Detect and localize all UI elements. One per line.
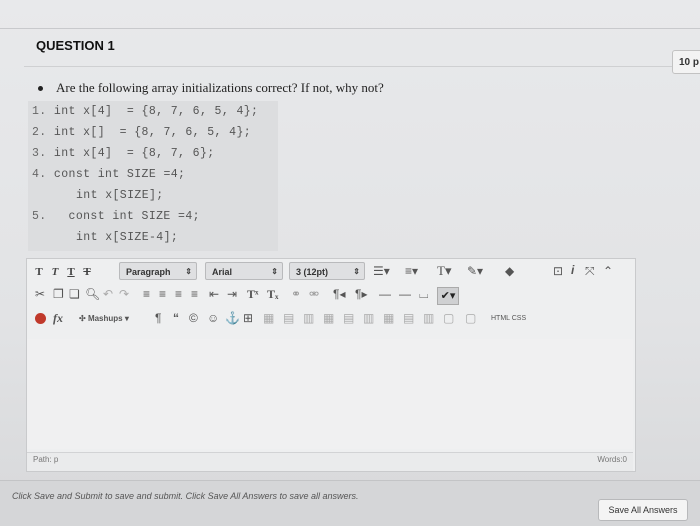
spellcheck-toggle[interactable]: ✔▾ xyxy=(437,287,459,305)
bullet-list-icon[interactable]: ☰▾ xyxy=(373,264,390,278)
select-arrow-icon: ⇕ xyxy=(185,267,192,276)
cell-icon[interactable]: ▥ xyxy=(303,311,314,325)
text-color-icon[interactable]: T▾ xyxy=(437,263,451,279)
superscript-icon[interactable]: Tˣ xyxy=(247,287,258,302)
merge-cell-icon[interactable]: ▥ xyxy=(423,311,434,325)
subscript-icon[interactable]: Tₓ xyxy=(267,287,278,302)
question-title: QUESTION 1 xyxy=(36,38,115,53)
indent-icon[interactable]: ⇥ xyxy=(227,287,237,301)
format-t-button[interactable]: T xyxy=(33,263,45,281)
toolbar-row-3: fx ✣ Mashups ▾ ¶ “ © ☺ ⚓ ⊞ ▦ ▤ ▥ ▦ ▤ ▥ ▦… xyxy=(33,311,629,329)
fullscreen-icon[interactable]: ⤧ xyxy=(585,264,595,279)
justify-icon[interactable]: ≡ xyxy=(191,287,198,301)
save-all-answers-button[interactable]: Save All Answers xyxy=(598,499,688,521)
italic-t-button[interactable]: T xyxy=(49,263,61,281)
question-divider xyxy=(24,66,672,67)
bullet-icon xyxy=(38,86,43,91)
delete-row-icon[interactable]: ▤ xyxy=(343,311,354,325)
nonbreaking-space-icon[interactable]: ⌴ xyxy=(419,287,429,302)
unlink-icon[interactable]: ⚮ xyxy=(309,287,319,301)
align-right-icon[interactable]: ≡ xyxy=(175,287,182,301)
code-line: int x[SIZE-4]; xyxy=(76,231,179,244)
horizontal-rule-icon[interactable]: — xyxy=(379,287,391,301)
code-line: 2. int x[] = {8, 7, 6, 5, 4}; xyxy=(32,126,252,139)
footer-instructions: Click Save and Submit to save and submit… xyxy=(12,491,359,501)
header-divider xyxy=(0,28,700,29)
code-line: 3. int x[4] = {8, 7, 6}; xyxy=(32,147,215,160)
insert-row-icon[interactable]: ▦ xyxy=(323,311,334,325)
paragraph-select[interactable]: Paragraph ⇕ xyxy=(119,262,197,280)
row-icon[interactable]: ▤ xyxy=(283,311,294,325)
layer-icon[interactable]: ▢ xyxy=(465,311,476,325)
code-line: int x[SIZE]; xyxy=(76,189,164,202)
rtl-paragraph-icon[interactable]: ¶▸ xyxy=(355,287,367,301)
numbered-list-icon[interactable]: ≡▾ xyxy=(405,264,418,278)
points-badge: 10 p xyxy=(672,50,700,74)
collapse-icon[interactable]: ⌃ xyxy=(603,264,613,278)
record-icon[interactable] xyxy=(35,313,46,327)
toolbar-row-1: T T T T Paragraph ⇕ Arial ⇕ 3 (12pt) ⇕ ☰▾ ≡… xyxy=(33,262,629,281)
insert-col-icon[interactable]: ▥ xyxy=(363,311,374,325)
paste-icon[interactable]: ❏ xyxy=(69,287,80,301)
word-count: Words:0 xyxy=(597,455,627,464)
hr-icon[interactable]: — xyxy=(399,287,411,301)
info-icon[interactable]: i xyxy=(571,263,574,277)
code-block: 1. int x[4] = {8, 7, 6, 5, 4}; 2. int x[… xyxy=(28,101,278,251)
align-center-icon[interactable]: ≡ xyxy=(159,287,166,301)
mashups-menu[interactable]: ✣ Mashups ▾ xyxy=(79,314,129,323)
anchor-icon[interactable]: ⚓ xyxy=(225,311,240,325)
cut-icon[interactable]: ✂ xyxy=(35,287,45,301)
editor-status-bar: Path: p Words:0 xyxy=(27,452,633,471)
path-label: Path: p xyxy=(33,455,59,464)
spellcheck-icon[interactable]: ⊡ xyxy=(553,264,563,278)
table-props-icon[interactable]: ▦ xyxy=(263,311,274,325)
question-prompt: Are the following array initializations … xyxy=(56,80,384,95)
underline-t-button[interactable]: T xyxy=(65,263,77,281)
toolbar-row-2: ✂ ❐ ❏ 🔍︎ ↶ ↷ ≡ ≡ ≡ ≡ ⇤ ⇥ Tˣ Tₓ ⚭ ⚮ ¶◂ ¶▸… xyxy=(33,287,629,305)
code-line: 4. const int SIZE =4; xyxy=(32,168,186,181)
cell-props-icon[interactable]: ▢ xyxy=(443,311,454,325)
copy-icon[interactable]: ❐ xyxy=(53,287,64,301)
strike-t-button[interactable]: T xyxy=(81,263,93,281)
delete-col-icon[interactable]: ▦ xyxy=(383,311,394,325)
answer-editor: T T T T Paragraph ⇕ Arial ⇕ 3 (12pt) ⇕ ☰▾ ≡… xyxy=(26,258,636,472)
eraser-icon[interactable]: ◆ xyxy=(505,264,514,278)
link-icon[interactable]: ⚭ xyxy=(291,287,301,301)
screen: QUESTION 1 10 p Are the following array … xyxy=(0,0,700,526)
formula-icon[interactable]: fx xyxy=(53,311,63,326)
html-css-button[interactable]: HTML CSS xyxy=(491,315,526,322)
footer-bar: Click Save and Submit to save and submit… xyxy=(0,480,700,526)
editor-text-area[interactable] xyxy=(27,339,633,449)
code-line: 5. const int SIZE =4; xyxy=(32,210,200,223)
font-select[interactable]: Arial ⇕ xyxy=(205,262,283,280)
ltr-paragraph-icon[interactable]: ¶◂ xyxy=(333,287,345,301)
emoji-icon[interactable]: ☺ xyxy=(207,311,219,325)
quote-icon[interactable]: “ xyxy=(173,311,179,325)
paragraph-mark-icon[interactable]: ¶ xyxy=(155,311,161,325)
select-arrow-icon: ⇕ xyxy=(353,267,360,276)
size-select[interactable]: 3 (12pt) ⇕ xyxy=(289,262,365,280)
redo-icon[interactable]: ↷ xyxy=(119,287,129,301)
undo-icon[interactable]: ↶ xyxy=(103,287,113,301)
code-line: 1. int x[4] = {8, 7, 6, 5, 4}; xyxy=(32,105,259,118)
align-left-icon[interactable]: ≡ xyxy=(143,287,150,301)
select-arrow-icon: ⇕ xyxy=(271,267,278,276)
copyright-icon[interactable]: © xyxy=(189,311,198,325)
outdent-icon[interactable]: ⇤ xyxy=(209,287,219,301)
highlight-pen-icon[interactable]: ✎▾ xyxy=(467,264,483,278)
split-cell-icon[interactable]: ▤ xyxy=(403,311,414,325)
table-icon[interactable]: ⊞ xyxy=(243,311,253,325)
find-icon[interactable]: 🔍︎ xyxy=(85,287,100,301)
